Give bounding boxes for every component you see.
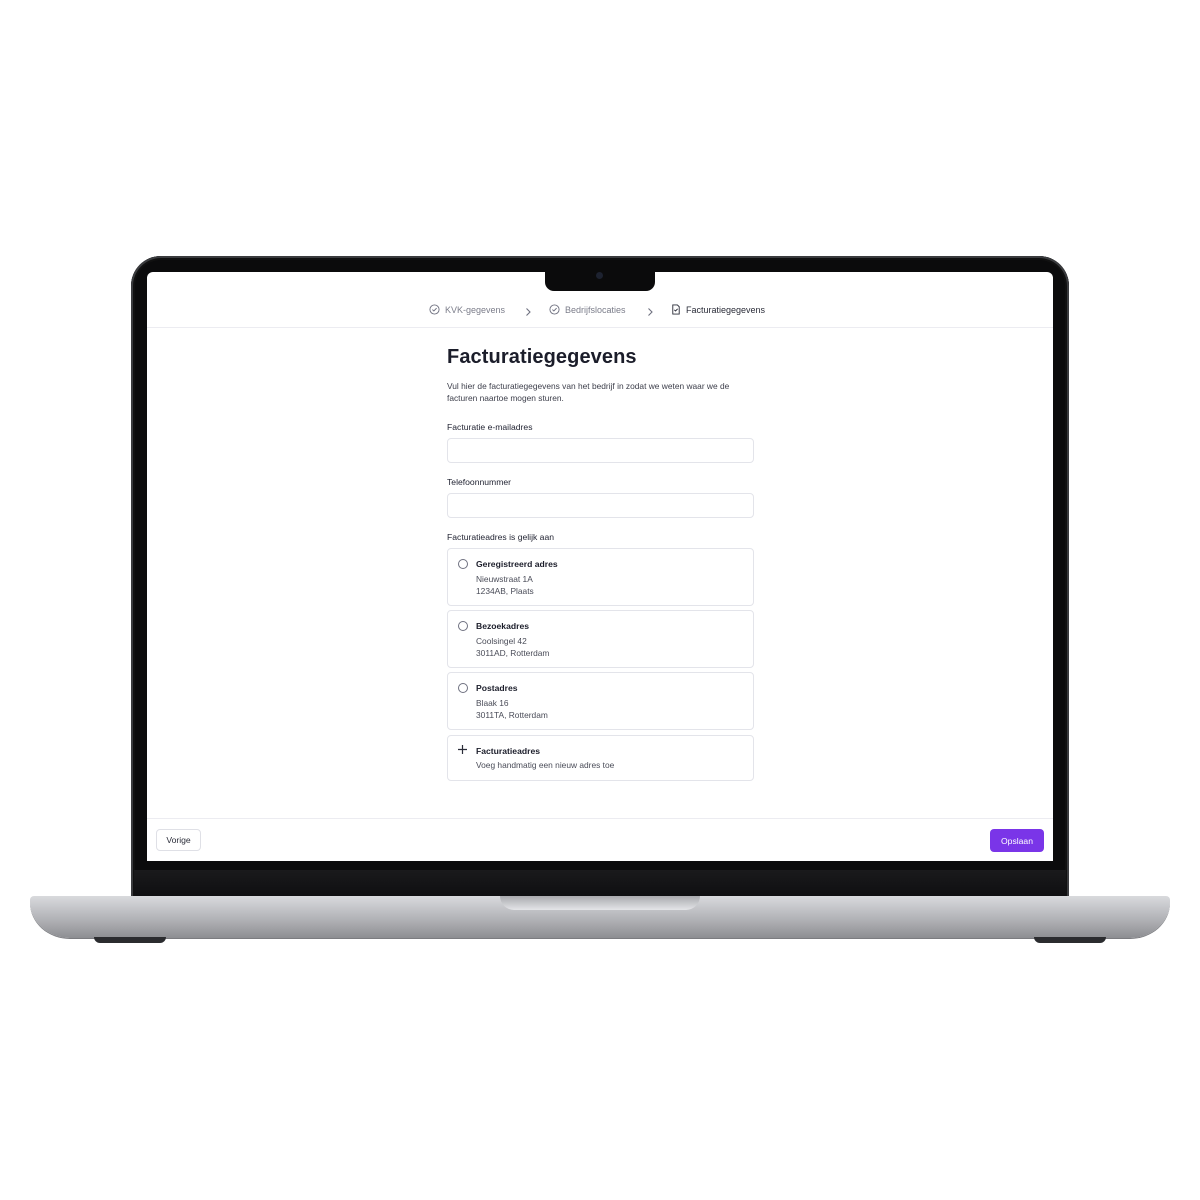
- add-address-title: Facturatieadres: [476, 746, 541, 756]
- address-line-2: 3011AD, Rotterdam: [476, 648, 550, 658]
- page-title: Facturatiegegevens: [447, 346, 637, 368]
- app-screen: KVK-gegevens Bedrijfslocaties Facturatie…: [147, 272, 1053, 861]
- laptop-opening-lip: [500, 896, 700, 910]
- camera-icon: [596, 272, 603, 279]
- address-choice-label: Facturatieadres is gelijk aan: [447, 532, 554, 542]
- check-circle-icon: [429, 304, 440, 315]
- address-line-1: Nieuwstraat 1A: [476, 574, 533, 584]
- check-circle-icon: [549, 304, 560, 315]
- step-label: KVK-gegevens: [445, 304, 506, 315]
- laptop-foot-left: [94, 937, 166, 943]
- previous-button[interactable]: Vorige: [156, 829, 201, 851]
- save-button[interactable]: Opslaan: [990, 829, 1044, 852]
- step-label: Bedrijfslocaties: [565, 304, 626, 315]
- address-line-1: Blaak 16: [476, 698, 509, 708]
- address-line-2: 1234AB, Plaats: [476, 586, 534, 596]
- address-option-postal[interactable]: Postadres Blaak 16 3011TA, Rotterdam: [447, 672, 754, 730]
- radio-button[interactable]: [458, 559, 468, 569]
- address-option-visit[interactable]: Bezoekadres Coolsingel 42 3011AD, Rotter…: [447, 610, 754, 668]
- invoice-icon: [671, 304, 681, 315]
- step-label: Facturatiegegevens: [686, 304, 766, 315]
- address-option-title: Postadres: [476, 683, 518, 693]
- address-line-2: 3011TA, Rotterdam: [476, 710, 548, 720]
- radio-button[interactable]: [458, 621, 468, 631]
- radio-button[interactable]: [458, 683, 468, 693]
- step-kvk-gegevens[interactable]: KVK-gegevens: [429, 304, 505, 315]
- laptop-bezel-bottom: [134, 870, 1066, 898]
- step-facturatiegegevens[interactable]: Facturatiegegevens: [671, 304, 765, 315]
- address-option-title: Bezoekadres: [476, 621, 530, 631]
- email-field[interactable]: [447, 438, 754, 463]
- add-billing-address-button[interactable]: Facturatieadres Voeg handmatig een nieuw…: [447, 735, 754, 781]
- add-address-description: Voeg handmatig een nieuw adres toe: [476, 760, 615, 770]
- chevron-right-icon: [646, 304, 654, 322]
- form-footer: Vorige Opslaan: [147, 818, 1053, 861]
- plus-icon: [457, 743, 468, 757]
- phone-label: Telefoonnummer: [447, 477, 512, 487]
- step-bedrijfslocaties[interactable]: Bedrijfslocaties: [549, 304, 626, 315]
- address-line-1: Coolsingel 42: [476, 636, 527, 646]
- chevron-right-icon: [524, 304, 532, 322]
- phone-field[interactable]: [447, 493, 754, 518]
- address-option-registered[interactable]: Geregistreerd adres Nieuwstraat 1A 1234A…: [447, 548, 754, 606]
- email-label: Facturatie e-mailadres: [447, 422, 533, 432]
- address-option-title: Geregistreerd adres: [476, 559, 558, 569]
- page-intro: Vul hier de facturatiegegevens van het b…: [447, 381, 730, 403]
- billing-form: Facturatiegegevens Vul hier de facturati…: [447, 346, 754, 781]
- laptop-foot-right: [1034, 937, 1106, 943]
